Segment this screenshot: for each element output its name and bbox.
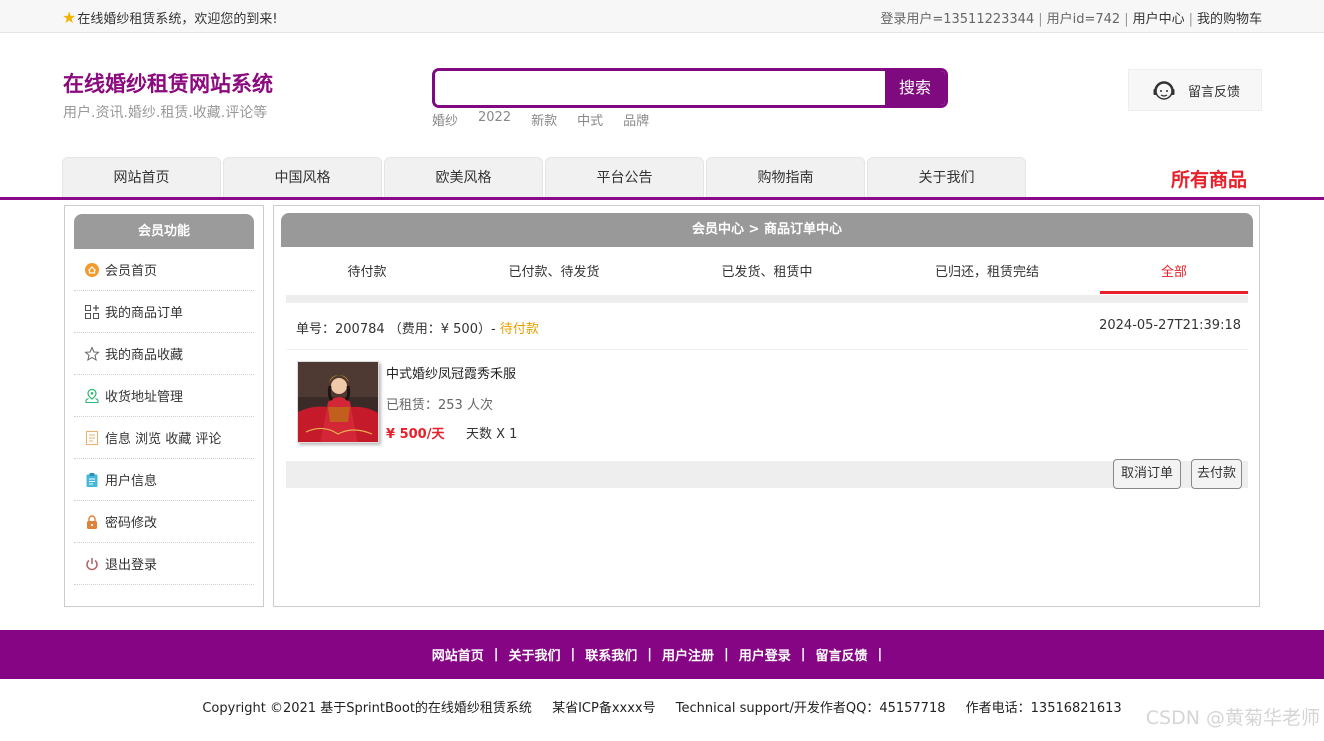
order-header: 单号：200784 （费用：¥ 500）- 待付款 <box>296 318 539 337</box>
hot-keywords: 婚纱 2022 新款 中式 品牌 <box>432 110 649 129</box>
watermark: CSDN @黄菊华老师 <box>1145 707 1320 729</box>
feedback-label: 留言反馈 <box>1188 84 1241 100</box>
star-icon <box>84 345 100 361</box>
tab-paid-awaiting-shipment[interactable]: 已付款、待发货 <box>448 253 660 294</box>
nav-tab-chinese-style[interactable]: 中国风格 <box>223 157 382 197</box>
cancel-order-button[interactable]: 取消订单 <box>1113 459 1181 489</box>
power-icon <box>86 557 98 570</box>
nav-tab-about[interactable]: 关于我们 <box>867 157 1026 197</box>
sidebar-title: 会员功能 <box>74 214 254 249</box>
footer-link-login[interactable]: 用户登录 <box>739 645 791 664</box>
nav-tab-western-style[interactable]: 欧美风格 <box>384 157 543 197</box>
hotword-link[interactable]: 中式 <box>577 110 603 129</box>
hotword-link[interactable]: 新款 <box>531 110 557 129</box>
member-sidebar: 会员功能 会员首页 我的商品订单 我的商品收藏 收货地址管理 信息 浏览 收藏 … <box>64 205 264 607</box>
user-id-text: 用户id=742 <box>1046 12 1121 27</box>
sidebar-item-label: 密码修改 <box>105 516 158 531</box>
user-links: 登录用户=13511223344 | 用户id=742 | 用户中心 | 我的购物车 <box>880 12 1262 27</box>
site-subtitle: 用户.资讯.婚纱.租赁.收藏.评论等 <box>63 105 268 121</box>
hotword-link[interactable]: 品牌 <box>623 110 649 129</box>
footer-links: 网站首页 | 关于我们 | 联系我们 | 用户注册 | 用户登录 | 留言反馈 | <box>0 630 1324 679</box>
site-brand: 在线婚纱租赁网站系统 用户.资讯.婚纱.租赁.收藏.评论等 <box>63 68 273 122</box>
sidebar-item-label: 用户信息 <box>105 474 158 489</box>
tab-all[interactable]: 全部 <box>1100 253 1248 294</box>
product-rent-count: 已租赁：253 人次 <box>386 398 493 413</box>
sidebar-item-label: 信息 浏览 收藏 评论 <box>105 432 222 447</box>
product-name[interactable]: 中式婚纱凤冠霞秀禾服 <box>386 363 516 382</box>
top-bar: ★ 在线婚纱租赁系统，欢迎您的到来! 登录用户=13511223344 | 用户id… <box>0 0 1324 33</box>
breadcrumb: 会员中心 > 商品订单中心 <box>281 213 1253 247</box>
sidebar-item-label: 我的商品收藏 <box>105 348 184 363</box>
product-image[interactable] <box>297 361 379 443</box>
welcome-text: 在线婚纱租赁系统，欢迎您的到来! <box>77 12 278 27</box>
order-center-panel: 会员中心 > 商品订单中心 待付款 已付款、待发货 已发货、租赁中 已归还，租赁… <box>273 205 1260 607</box>
tab-divider <box>286 295 1248 303</box>
sidebar-item-info[interactable]: 信息 浏览 收藏 评论 <box>74 417 254 459</box>
tab-returned-completed[interactable]: 已归还，租赁完结 <box>874 253 1100 294</box>
sidebar-item-label: 退出登录 <box>105 558 158 573</box>
lock-icon <box>87 514 97 529</box>
order-time: 2024-05-27T21:39:18 <box>1099 318 1241 333</box>
feedback-button[interactable]: 留言反馈 <box>1128 69 1262 111</box>
search-box: 搜索 <box>432 68 948 108</box>
icp-text: 某省ICP备xxxx号 <box>552 701 656 716</box>
sidebar-item-user-info[interactable]: 用户信息 <box>74 459 254 501</box>
sidebar-item-password[interactable]: 密码修改 <box>74 501 254 543</box>
copyright-line: Copyright ©2021 基于SprintBoot的在线婚纱租赁系统 某省… <box>0 697 1324 716</box>
order-divider <box>286 349 1248 350</box>
site-title[interactable]: 在线婚纱租赁网站系统 <box>63 68 273 98</box>
footer-link-feedback[interactable]: 留言反馈 <box>816 645 868 664</box>
bride-photo <box>298 362 378 442</box>
tab-pending-payment[interactable]: 待付款 <box>286 253 448 294</box>
rental-days: 天数 X 1 <box>466 427 518 442</box>
document-icon <box>85 430 99 445</box>
home-icon <box>85 262 99 277</box>
order-status-tabs: 待付款 已付款、待发货 已发货、租赁中 已归还，租赁完结 全部 <box>286 253 1248 294</box>
sidebar-item-label: 会员首页 <box>105 264 158 279</box>
sidebar-item-address[interactable]: 收货地址管理 <box>74 375 254 417</box>
sidebar-item-orders[interactable]: 我的商品订单 <box>74 291 254 333</box>
sidebar-item-label: 收货地址管理 <box>105 390 184 405</box>
nav-divider <box>0 197 1324 200</box>
phone-text: 作者电话：13516821613 <box>965 701 1122 716</box>
all-goods-link[interactable]: 所有商品 <box>1171 165 1247 192</box>
order-status: 待付款 <box>499 322 539 337</box>
welcome-message: ★ 在线婚纱租赁系统，欢迎您的到来! <box>62 8 278 27</box>
cart-link[interactable]: 我的购物车 <box>1197 12 1262 27</box>
customer-service-icon <box>1153 81 1175 100</box>
copyright-text: Copyright ©2021 基于SprintBoot的在线婚纱租赁系统 <box>202 701 532 716</box>
hotword-link[interactable]: 2022 <box>478 110 511 129</box>
product-price: ¥ 500/天 <box>386 427 445 442</box>
login-user-text: 登录用户=13511223344 <box>880 12 1035 27</box>
grid-icon <box>85 304 99 319</box>
nav-tab-home[interactable]: 网站首页 <box>62 157 221 197</box>
sidebar-item-label: 我的商品订单 <box>105 306 184 321</box>
pay-button[interactable]: 去付款 <box>1191 459 1242 489</box>
order-actions: 取消订单 去付款 <box>286 459 1248 489</box>
order-number: 单号：200784 （费用：¥ 500）- <box>296 322 496 337</box>
sidebar-item-favorites[interactable]: 我的商品收藏 <box>74 333 254 375</box>
star-icon: ★ <box>62 7 77 27</box>
search-button[interactable]: 搜索 <box>885 71 945 105</box>
search-input[interactable] <box>435 71 887 105</box>
footer-link-about[interactable]: 关于我们 <box>508 645 560 664</box>
nav-tab-shopping-guide[interactable]: 购物指南 <box>706 157 865 197</box>
sidebar-item-member-home[interactable]: 会员首页 <box>74 249 254 291</box>
nav-tab-announcements[interactable]: 平台公告 <box>545 157 704 197</box>
main-nav: 网站首页 中国风格 欧美风格 平台公告 购物指南 关于我们 <box>62 157 1026 197</box>
tab-shipped-renting[interactable]: 已发货、租赁中 <box>660 253 874 294</box>
hotword-link[interactable]: 婚纱 <box>432 110 458 129</box>
footer-link-home[interactable]: 网站首页 <box>432 645 484 664</box>
sidebar-item-logout[interactable]: 退出登录 <box>74 543 254 585</box>
clipboard-icon <box>86 472 98 487</box>
footer-link-contact[interactable]: 联系我们 <box>585 645 637 664</box>
user-center-link[interactable]: 用户中心 <box>1133 12 1185 27</box>
location-icon <box>85 388 99 403</box>
footer-link-register[interactable]: 用户注册 <box>662 645 714 664</box>
support-text: Technical support/开发作者QQ：45157718 <box>675 701 946 716</box>
